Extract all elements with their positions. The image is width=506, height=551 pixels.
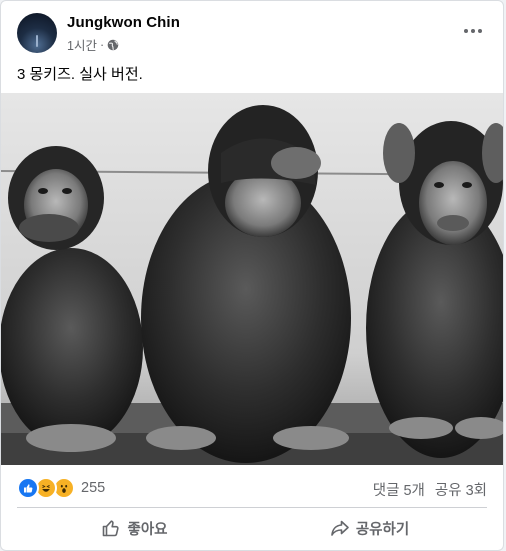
like-label: 좋아요 — [127, 521, 168, 538]
reaction-count: 255 — [81, 480, 106, 496]
author-name[interactable]: Jungkwon Chin — [67, 14, 180, 31]
avatar[interactable] — [17, 13, 57, 53]
shares-count[interactable]: 공유 3회 — [435, 479, 487, 500]
reactions-summary[interactable]: 255 — [17, 477, 105, 499]
post-actions: 좋아요 공유하기 — [17, 511, 487, 545]
post-photo[interactable] — [1, 93, 503, 465]
like-button[interactable]: 좋아요 — [17, 511, 252, 545]
dot-icon — [471, 29, 475, 33]
share-icon — [330, 518, 350, 538]
post-header: Jungkwon Chin 1시간 · — [17, 13, 491, 55]
share-button[interactable]: 공유하기 — [252, 511, 487, 545]
globe-icon[interactable] — [107, 39, 119, 51]
dot-icon — [464, 29, 468, 33]
comments-count[interactable]: 댓글 5개 — [373, 479, 425, 500]
like-icon — [17, 477, 39, 499]
dot-icon — [478, 29, 482, 33]
chimp-right — [366, 121, 503, 458]
post-card: Jungkwon Chin 1시간 · 3 몽키즈. 실사 버전. 255 댓글… — [0, 0, 504, 551]
thumbs-up-icon — [101, 518, 121, 538]
share-label: 공유하기 — [355, 521, 410, 538]
more-options-button[interactable] — [459, 21, 487, 41]
post-time[interactable]: 1시간 — [67, 35, 97, 54]
post-text: 3 몽키즈. 실사 버전. — [17, 66, 143, 83]
post-meta: 1시간 · — [67, 35, 119, 54]
post-stats: 255 댓글 5개 공유 3회 — [17, 475, 487, 501]
engagement-counts: 댓글 5개 공유 3회 — [373, 479, 487, 500]
divider — [17, 507, 487, 508]
